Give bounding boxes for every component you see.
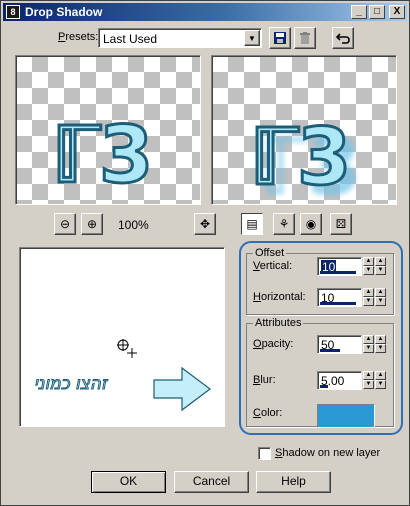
toggle-view-button[interactable]: ▤ (241, 213, 263, 235)
zoom-out-icon: ⊖ (59, 217, 71, 231)
shadow-direction-canvas[interactable]: זהצו כמוני (19, 247, 225, 427)
direction-arrow-icon (153, 366, 211, 412)
opacity-spinner[interactable]: ▲ ▼ (363, 335, 374, 354)
presets-dropdown[interactable]: Last Used ▼ (98, 28, 262, 48)
blur-label: Blur: (253, 374, 276, 386)
ok-button[interactable]: OK (91, 471, 166, 493)
title-bar[interactable]: 8 Drop Shadow _ □ X (3, 3, 407, 21)
opacity-slider-toggle[interactable]: ▲ ▼ (375, 335, 386, 354)
close-button[interactable]: X (389, 5, 405, 19)
opacity-slider-bar[interactable] (320, 349, 340, 352)
blur-slider-bar[interactable] (320, 385, 328, 388)
vertical-label: Vertical: (253, 260, 293, 272)
horizontal-spinner[interactable]: ▲ ▼ (363, 288, 374, 307)
blur-input[interactable]: 5.00 (317, 371, 362, 390)
proof-button[interactable]: ⚘ (273, 213, 295, 235)
opacity-input[interactable]: 50 (317, 335, 362, 354)
presets-value: Last Used (103, 32, 158, 46)
trash-icon (300, 32, 310, 44)
chevron-down-icon[interactable]: ▼ (244, 30, 260, 46)
window-title: Drop Shadow (25, 5, 103, 19)
vertical-slider-toggle[interactable]: ▲ ▼ (375, 257, 386, 276)
result-preview[interactable]: ℾ3 ℾ3 (211, 55, 397, 205)
reset-button[interactable] (332, 27, 354, 49)
minimize-button[interactable]: _ (351, 5, 367, 19)
offset-group-label: Offset (253, 247, 287, 259)
eye-icon: ◉ (305, 217, 317, 231)
shadow-new-layer-label: Shadow on new layer (275, 447, 381, 459)
vertical-slider-bar[interactable] (320, 271, 356, 274)
help-button[interactable]: Help (256, 471, 331, 493)
delete-preset-button[interactable] (294, 27, 316, 49)
save-preset-button[interactable] (269, 27, 291, 49)
preview-glyph: ℾ3 (248, 113, 352, 203)
original-preview[interactable]: ℾ3 (15, 55, 201, 205)
blur-spinner[interactable]: ▲ ▼ (363, 371, 374, 390)
opacity-label: Opacity: (253, 338, 294, 350)
vertical-input[interactable]: 10 (317, 257, 362, 276)
drop-shadow-dialog: 8 Drop Shadow _ □ X Presets: Last Used ▼… (0, 0, 410, 506)
undo-arrow-icon (335, 33, 350, 44)
preview-glyph: ℾ3 (50, 111, 154, 201)
floppy-disk-icon (274, 32, 286, 44)
horizontal-label: Horizontal: (253, 291, 306, 303)
crosshair-icon[interactable] (114, 336, 138, 360)
presets-label: Presets: (58, 31, 99, 43)
color-swatch[interactable] (317, 404, 375, 428)
zoom-in-icon: ⊕ (86, 217, 98, 231)
pan-button[interactable]: ✥ (194, 213, 216, 235)
horizontal-slider-toggle[interactable]: ▲ ▼ (375, 288, 386, 307)
sample-text: זהצו כמוני (34, 374, 108, 395)
blur-slider-toggle[interactable]: ▲ ▼ (375, 371, 386, 390)
proof-icon: ⚘ (278, 217, 290, 231)
dice-icon: ⚄ (335, 217, 347, 231)
randomize-button[interactable]: ⚄ (330, 213, 352, 235)
horizontal-slider-bar[interactable] (320, 302, 356, 305)
cancel-button[interactable]: Cancel (174, 471, 249, 493)
attributes-group-label: Attributes (253, 317, 304, 329)
zoom-level: 100% (118, 218, 149, 232)
vertical-spinner[interactable]: ▲ ▼ (363, 257, 374, 276)
zoom-out-button[interactable]: ⊖ (54, 213, 76, 235)
color-label: Color: (253, 407, 283, 419)
auto-proof-button[interactable]: ◉ (300, 213, 322, 235)
maximize-button[interactable]: □ (369, 5, 385, 19)
app-icon: 8 (6, 5, 20, 19)
move-icon: ✥ (199, 217, 211, 231)
horizontal-input[interactable]: 10 (317, 288, 362, 307)
zoom-in-button[interactable]: ⊕ (81, 213, 103, 235)
shadow-new-layer-checkbox[interactable] (258, 447, 271, 460)
preview-toggle-icon: ▤ (246, 217, 258, 231)
